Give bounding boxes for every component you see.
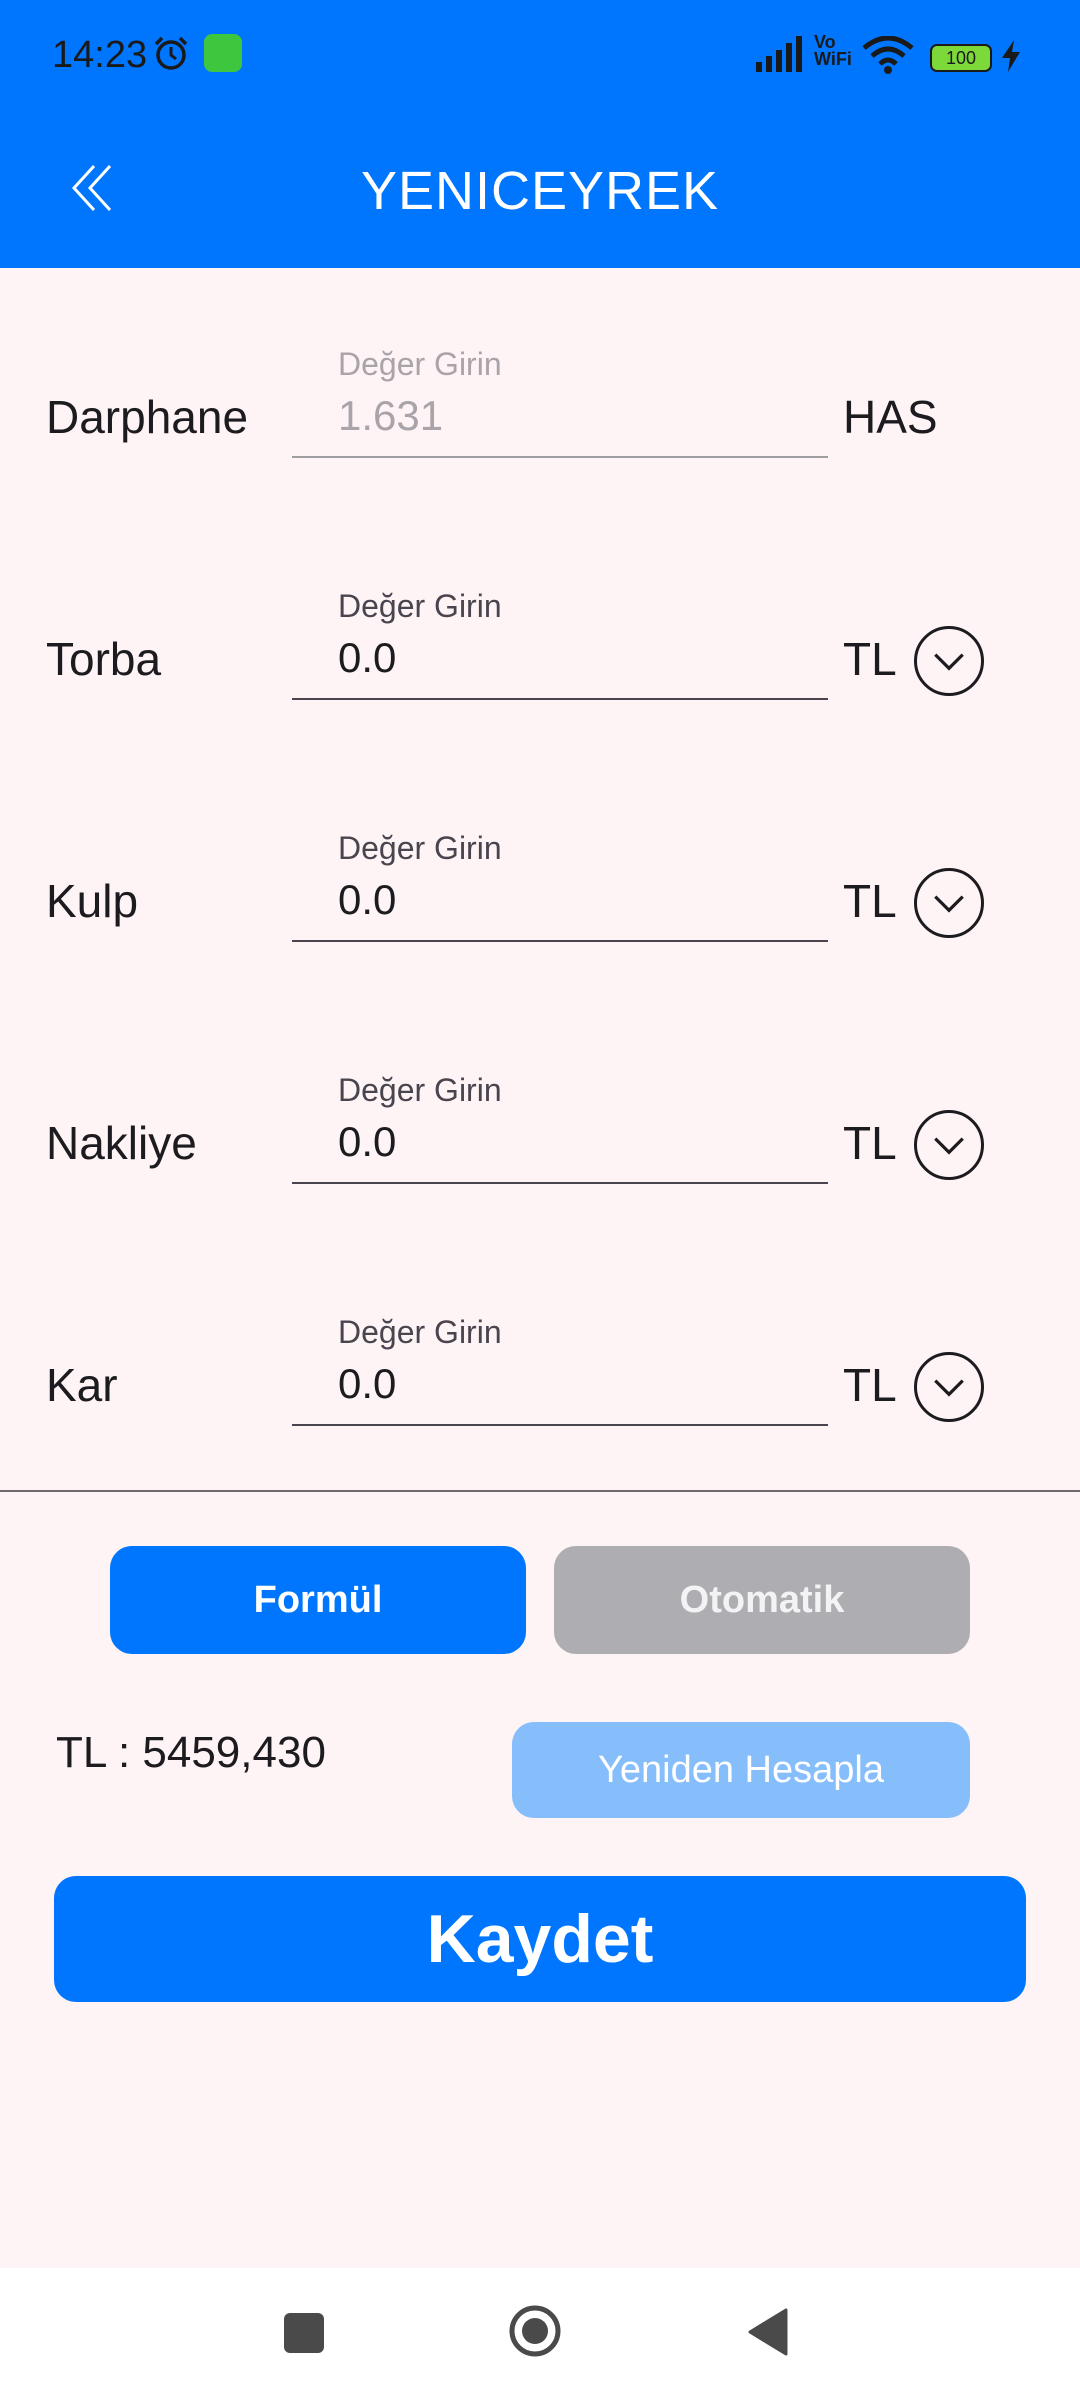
otomatik-button[interactable]: Otomatik	[554, 1546, 970, 1654]
chevron-down-icon[interactable]	[914, 1352, 984, 1422]
field-unit: TL	[843, 1359, 897, 1411]
vowifi-indicator: Vo WiFi	[814, 33, 852, 69]
field-label: Nakliye	[46, 1117, 197, 1169]
field-unit: TL	[843, 875, 897, 927]
save-button[interactable]: Kaydet	[54, 1876, 1026, 2002]
field-row-nakliye: Nakliye Değer Girin TL	[0, 1054, 1080, 1204]
nakliye-input[interactable]	[338, 1118, 798, 1166]
status-bar: 14:23 Vo WiFi 100	[0, 0, 1080, 110]
divider	[0, 1490, 1080, 1492]
chevron-down-icon[interactable]	[914, 868, 984, 938]
app-notification-icon	[204, 34, 242, 72]
recalculate-button[interactable]: Yeniden Hesapla	[512, 1722, 970, 1818]
darphane-input-field: Değer Girin	[292, 336, 828, 458]
field-row-darphane: Darphane Değer Girin HAS	[0, 328, 1080, 478]
back-triangle-icon[interactable]	[748, 2308, 788, 2356]
field-hint: Değer Girin	[338, 1072, 502, 1108]
darphane-input	[338, 392, 798, 440]
field-label: Kar	[46, 1359, 118, 1411]
field-hint: Değer Girin	[338, 1314, 502, 1350]
kar-input-field[interactable]: Değer Girin	[292, 1304, 828, 1426]
field-hint: Değer Girin	[338, 588, 502, 624]
field-unit: TL	[843, 633, 897, 685]
torba-input-field[interactable]: Değer Girin	[292, 578, 828, 700]
torba-input[interactable]	[338, 634, 798, 682]
field-unit: HAS	[843, 391, 938, 443]
wifi-icon	[862, 36, 914, 74]
signal-icon	[756, 36, 802, 72]
charging-bolt-icon	[1002, 40, 1020, 72]
field-unit: TL	[843, 1117, 897, 1169]
system-nav-bar	[0, 2268, 1080, 2400]
kulp-input[interactable]	[338, 876, 798, 924]
field-row-kulp: Kulp Değer Girin TL	[0, 812, 1080, 962]
recent-apps-icon[interactable]	[284, 2313, 324, 2353]
formul-button[interactable]: Formül	[110, 1546, 526, 1654]
field-row-kar: Kar Değer Girin TL	[0, 1296, 1080, 1446]
home-icon[interactable]	[508, 2304, 562, 2358]
field-label: Kulp	[46, 875, 139, 927]
kulp-input-field[interactable]: Değer Girin	[292, 820, 828, 942]
field-hint: Değer Girin	[338, 830, 502, 866]
chevron-down-icon[interactable]	[914, 626, 984, 696]
field-hint: Değer Girin	[338, 346, 502, 382]
page-title: YENICEYREK	[360, 161, 720, 221]
app-bar: 14:23 Vo WiFi 100 YENICEYREK	[0, 0, 1080, 268]
chevron-down-icon[interactable]	[914, 1110, 984, 1180]
result-text: TL : 5459,430	[56, 1728, 326, 1777]
field-label: Darphane	[46, 391, 249, 443]
battery-indicator: 100	[930, 44, 992, 72]
nakliye-input-field[interactable]: Değer Girin	[292, 1062, 828, 1184]
status-time: 14:23	[52, 34, 148, 76]
vowifi-line2: WiFi	[814, 49, 852, 69]
kar-input[interactable]	[338, 1360, 798, 1408]
field-label: Torba	[46, 633, 162, 685]
field-row-torba: Torba Değer Girin TL	[0, 570, 1080, 720]
alarm-icon	[154, 36, 188, 70]
